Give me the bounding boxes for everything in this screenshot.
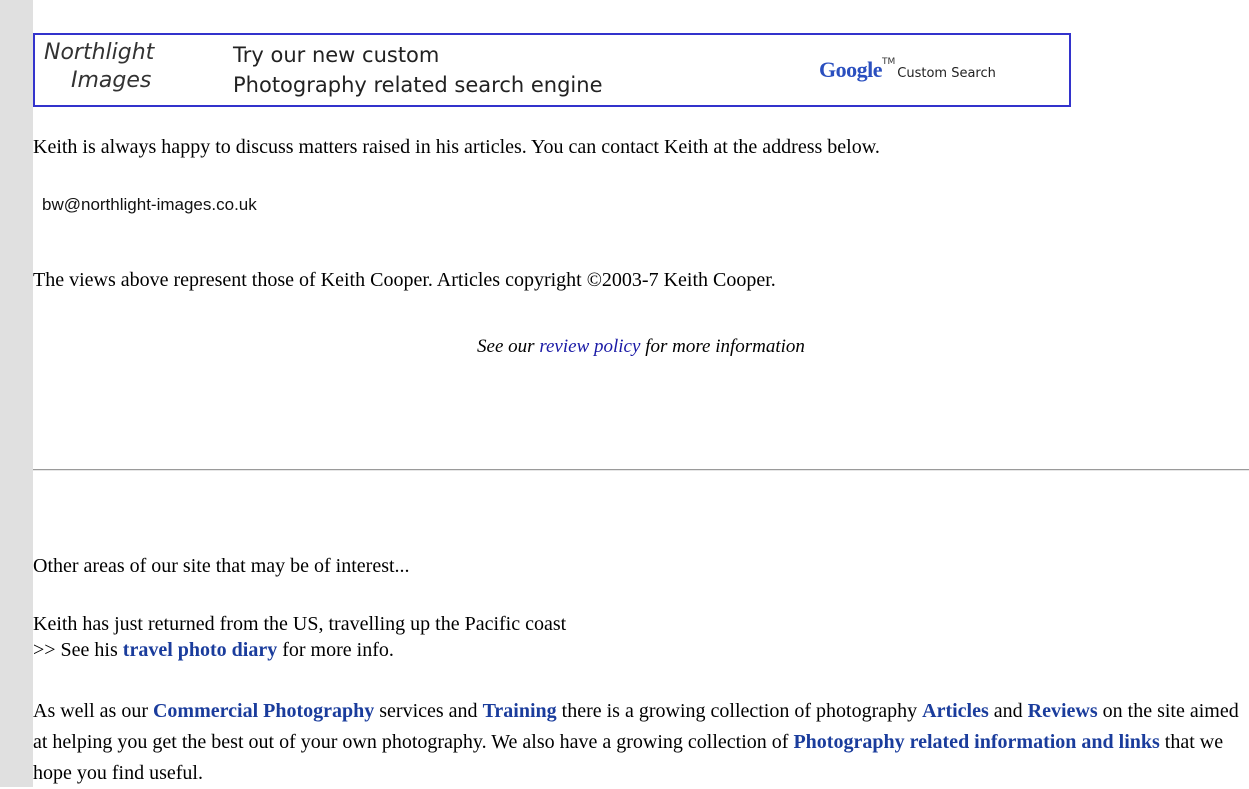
logo-line-2: Images: [71, 68, 152, 93]
banner-tagline: Try our new custom Photography related s…: [233, 40, 603, 100]
review-policy-note: See our review policy for more informati…: [33, 336, 1249, 358]
articles-link[interactable]: Articles: [922, 700, 989, 722]
banner-tagline-1: Try our new custom: [233, 43, 440, 67]
overview-text-4: and: [988, 700, 1028, 722]
photography-info-links-link[interactable]: Photography related information and link…: [793, 731, 1159, 753]
overview-text-1: As well as our: [33, 700, 153, 722]
reviews-link[interactable]: Reviews: [1028, 700, 1098, 722]
review-policy-link[interactable]: review policy: [539, 336, 640, 357]
site-overview-paragraph: As well as our Commercial Photography se…: [33, 696, 1249, 789]
left-margin-bar: [0, 0, 33, 787]
travel-pre: >> See his: [33, 639, 123, 661]
page-content: Northlight Images Try our new custom Pho…: [33, 0, 1249, 787]
google-wordmark: Google: [819, 57, 883, 82]
travel-photo-diary-link[interactable]: travel photo diary: [123, 639, 277, 661]
copyright-notice: The views above represent those of Keith…: [33, 269, 776, 291]
commercial-photography-link[interactable]: Commercial Photography: [153, 700, 374, 722]
travel-line-1: Keith has just returned from the US, tra…: [33, 613, 567, 635]
training-link[interactable]: Training: [483, 700, 557, 722]
other-areas-heading: Other areas of our site that may be of i…: [33, 555, 410, 577]
policy-post: for more information: [640, 336, 805, 357]
google-custom-search-logo: GoogleTMCustom Search: [819, 57, 996, 83]
overview-text-3: there is a growing collection of photogr…: [556, 700, 923, 722]
policy-pre: See our: [477, 336, 540, 357]
northlight-logo: Northlight Images: [44, 39, 204, 103]
logo-line-1: Northlight: [44, 40, 155, 65]
trademark-mark: TM: [882, 57, 896, 67]
horizontal-divider: [33, 469, 1249, 471]
contact-intro: Keith is always happy to discuss matters…: [33, 136, 880, 158]
banner-tagline-2: Photography related search engine: [233, 73, 603, 97]
custom-search-label: Custom Search: [897, 66, 996, 81]
custom-search-banner[interactable]: Northlight Images Try our new custom Pho…: [33, 33, 1071, 107]
travel-line-2: >> See his travel photo diary for more i…: [33, 637, 394, 663]
overview-text-2: services and: [374, 700, 483, 722]
contact-email: bw@northlight-images.co.uk: [42, 195, 257, 214]
travel-post: for more info.: [277, 639, 394, 661]
